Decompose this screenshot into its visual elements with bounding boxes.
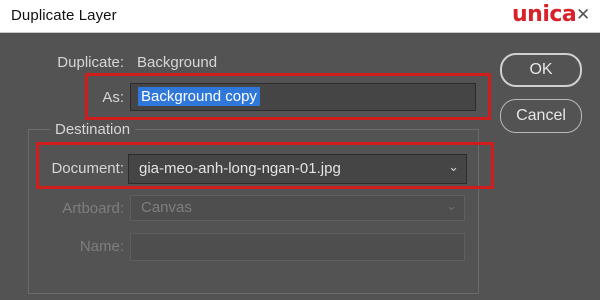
window-title: Duplicate Layer	[11, 7, 117, 24]
title-bar: Duplicate Layer unica ✕	[0, 0, 600, 33]
ok-button[interactable]: OK	[500, 53, 582, 87]
name-label: Name:	[79, 238, 124, 255]
close-icon[interactable]: ✕	[576, 5, 590, 25]
as-name-input[interactable]: Background copy	[130, 83, 476, 111]
as-label: As:	[102, 89, 124, 106]
duplicate-label: Duplicate:	[57, 54, 124, 71]
artboard-label: Artboard:	[62, 200, 124, 217]
chevron-down-icon: ⌄	[448, 159, 459, 174]
destination-title: Destination	[50, 121, 136, 138]
unica-logo: unica	[512, 2, 577, 27]
duplicate-value: Background	[137, 54, 218, 71]
cancel-button[interactable]: Cancel	[500, 99, 582, 133]
duplicate-layer-dialog: Duplicate Layer unica ✕ Duplicate: Backg…	[0, 0, 600, 300]
artboard-select[interactable]: Canvas ⌄	[130, 195, 465, 221]
document-label: Document:	[51, 160, 124, 177]
chevron-down-icon: ⌄	[446, 198, 457, 213]
dialog-body: Duplicate: Background As: Background cop…	[6, 33, 594, 300]
document-select[interactable]: gia-meo-anh-long-ngan-01.jpg ⌄	[128, 154, 467, 184]
name-input[interactable]	[130, 233, 465, 261]
as-name-selected-text: Background copy	[138, 87, 260, 106]
artboard-selected-value: Canvas	[141, 199, 192, 216]
document-selected-value: gia-meo-anh-long-ngan-01.jpg	[139, 160, 341, 177]
